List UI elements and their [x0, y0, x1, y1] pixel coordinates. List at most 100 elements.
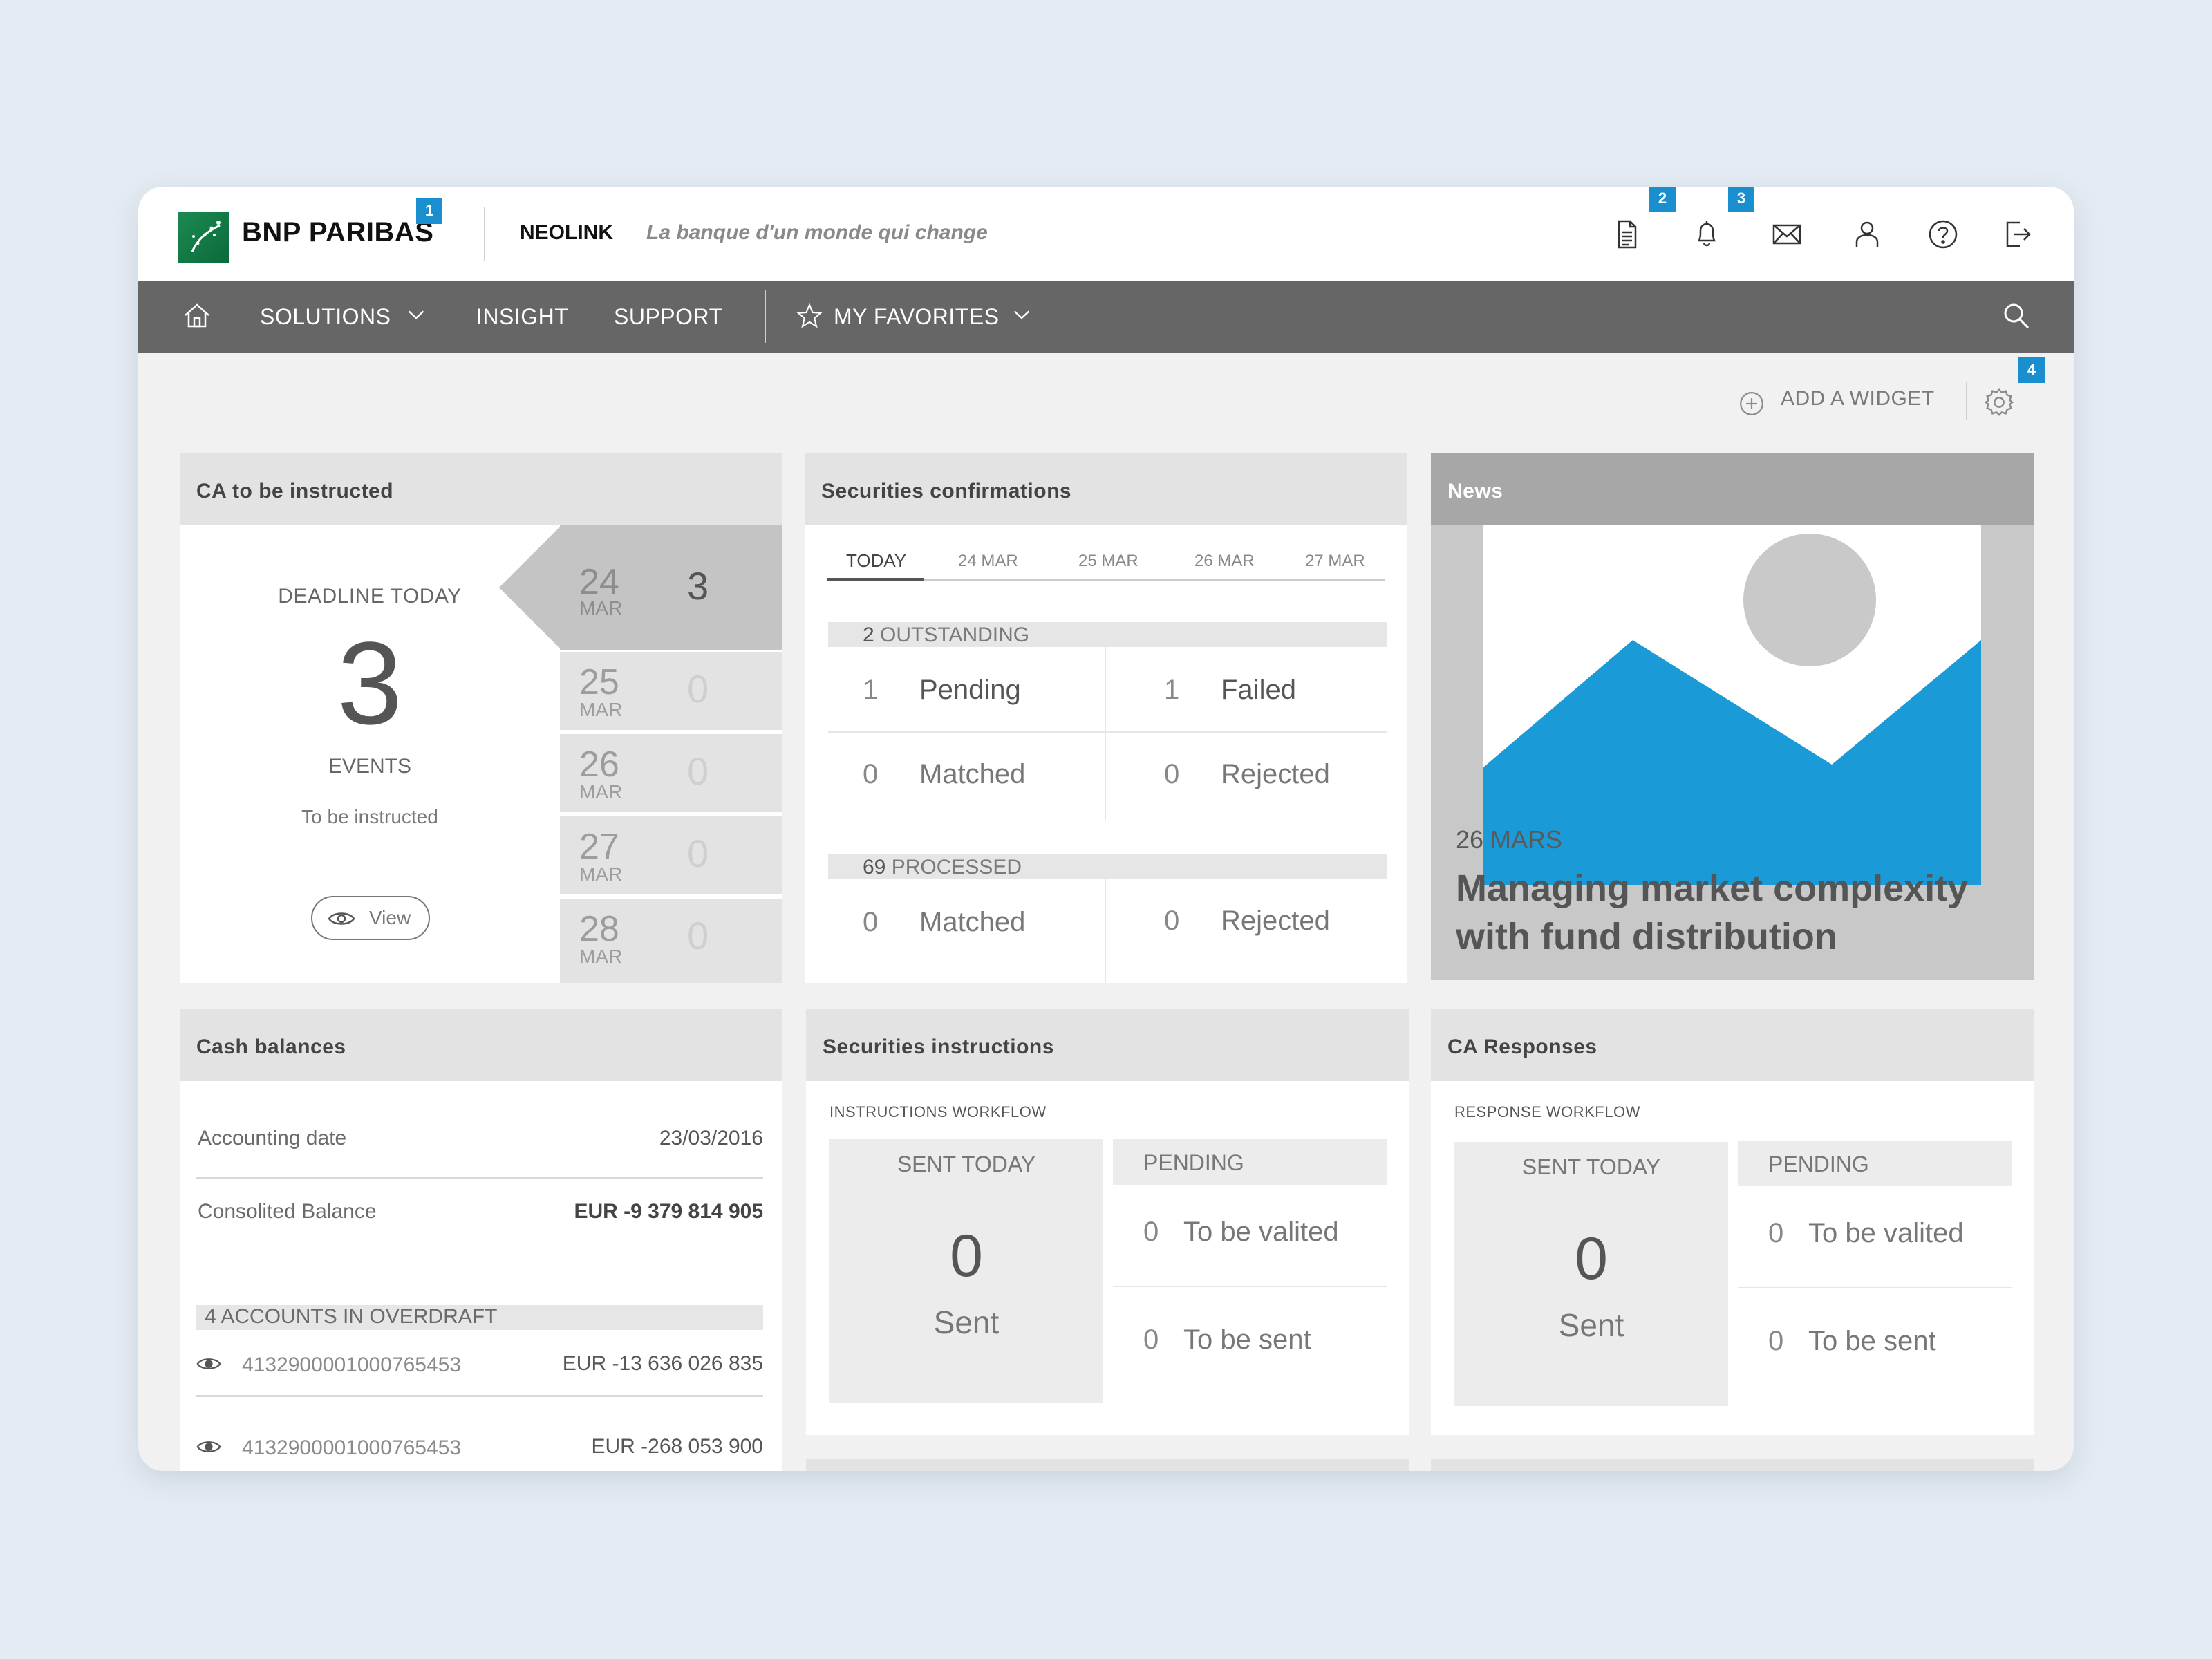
- account-number[interactable]: 4132900001000765453: [242, 1436, 461, 1460]
- pending-label: PENDING: [1143, 1150, 1244, 1175]
- card-header: News: [1431, 453, 2034, 525]
- processed-band: 69 PROCESSED: [828, 854, 1387, 879]
- sent-today-label: SENT TODAY: [1521, 1154, 1661, 1179]
- processed-text: PROCESSED: [891, 856, 1022, 879]
- sent-today-panel[interactable]: SENT TODAY 0 Sent: [1454, 1142, 1728, 1406]
- news-date: 26 MARS: [1456, 825, 1563, 854]
- rejected-label: Rejected: [1221, 759, 1330, 789]
- sent-today-panel[interactable]: SENT TODAY 0 Sent: [830, 1139, 1103, 1403]
- logout-icon[interactable]: [2000, 217, 2035, 252]
- search-icon[interactable]: [1999, 299, 2034, 337]
- bell-icon[interactable]: [1689, 217, 1724, 252]
- day-row[interactable]: 26 MAR 0: [560, 732, 782, 812]
- card-header: Securities instructions: [806, 1009, 1409, 1081]
- news-article[interactable]: 26 MARS Managing market complexity with …: [1431, 525, 2034, 980]
- help-icon[interactable]: [1926, 217, 1960, 252]
- gear-icon[interactable]: [1983, 386, 2016, 422]
- app-name: NEOLINK: [520, 221, 613, 244]
- nav-favorites[interactable]: MY FAVORITES: [834, 304, 1000, 330]
- star-icon[interactable]: [795, 301, 824, 334]
- subtitle: To be instructed: [301, 806, 438, 827]
- failed-count: 1: [1164, 675, 1180, 705]
- day-month: MAR: [579, 781, 623, 803]
- day-month: MAR: [579, 946, 623, 967]
- tab-26-mar[interactable]: 26 MAR: [1194, 552, 1255, 571]
- callout-badge: 2: [1649, 187, 1676, 212]
- securities-instructions-widget: Securities instructions INSTRUCTIONS WOR…: [806, 1009, 1409, 1435]
- day-row[interactable]: 25 MAR 0: [560, 650, 782, 730]
- divider: [1966, 382, 1967, 420]
- day-row[interactable]: 24 MAR 3: [560, 525, 782, 650]
- day-list: 24 MAR 3 25 MAR 0 26 MAR 0 27 MAR 0 28 M: [560, 525, 782, 983]
- view-label: View: [369, 907, 411, 928]
- processed-matched-count: 0: [863, 907, 879, 937]
- workflow-label: INSTRUCTIONS WORKFLOW: [830, 1103, 1047, 1121]
- mail-icon[interactable]: [1770, 217, 1804, 252]
- matched-cell[interactable]: 0 Matched: [863, 759, 1025, 790]
- tab-27-mar[interactable]: 27 MAR: [1305, 552, 1365, 571]
- to-be-validated-row[interactable]: 0 To be valited: [1738, 1218, 2012, 1249]
- home-icon[interactable]: [180, 299, 214, 337]
- bnp-logo-icon[interactable]: [178, 212, 229, 263]
- card-title: Securities confirmations: [821, 480, 1072, 503]
- day-number: 28: [579, 909, 619, 949]
- chevron-down-icon[interactable]: [1008, 301, 1035, 332]
- failed-cell[interactable]: 1 Failed: [1164, 675, 1296, 706]
- eye-icon[interactable]: [196, 1439, 221, 1458]
- card-header: Securities confirmations: [805, 453, 1407, 525]
- rejected-cell[interactable]: 0 Rejected: [1164, 759, 1330, 790]
- processed-matched-cell[interactable]: 0 Matched: [863, 907, 1025, 938]
- add-circle-icon[interactable]: [1736, 388, 1767, 422]
- eye-icon[interactable]: [196, 1356, 221, 1375]
- card-title: CA Responses: [1447, 1035, 1597, 1058]
- securities-confirmations-widget: Securities confirmations TODAY 24 MAR 25…: [805, 453, 1407, 983]
- day-number: 25: [579, 662, 619, 702]
- cash-balances-widget: Cash balances Accounting date 23/03/2016…: [180, 1009, 782, 1471]
- add-widget-button[interactable]: ADD A WIDGET: [1781, 387, 1935, 411]
- workflow-label: RESPONSE WORKFLOW: [1454, 1103, 1640, 1121]
- divider: [1105, 879, 1106, 983]
- user-icon[interactable]: [1850, 217, 1884, 252]
- to-be-sent-row[interactable]: 0 To be sent: [1738, 1326, 2012, 1357]
- nav-insight[interactable]: INSIGHT: [476, 304, 568, 330]
- processed-matched-label: Matched: [919, 907, 1026, 937]
- news-headline[interactable]: Managing market complexity with fund dis…: [1456, 864, 2023, 961]
- document-icon[interactable]: [1609, 217, 1644, 252]
- rejected-count: 0: [1164, 759, 1180, 789]
- callout-badge: 4: [2018, 357, 2045, 383]
- processed-count: 69: [863, 856, 886, 879]
- events-label: EVENTS: [328, 755, 412, 778]
- tab-24-mar[interactable]: 24 MAR: [958, 552, 1018, 571]
- processed-label: 69 PROCESSED: [863, 856, 1022, 879]
- divider: [196, 1395, 763, 1397]
- chevron-down-icon[interactable]: [402, 301, 430, 332]
- pending-header: PENDING: [1738, 1141, 2012, 1186]
- sent-label: Sent: [933, 1304, 1000, 1340]
- day-row[interactable]: 28 MAR 0: [560, 897, 782, 983]
- processed-rejected-label: Rejected: [1221, 906, 1330, 936]
- processed-rejected-cell[interactable]: 0 Rejected: [1164, 906, 1330, 937]
- day-row[interactable]: 27 MAR 0: [560, 814, 782, 894]
- matched-label: Matched: [919, 759, 1026, 789]
- tab-25-mar[interactable]: 25 MAR: [1078, 552, 1138, 571]
- nav-solutions[interactable]: SOLUTIONS: [260, 304, 391, 330]
- top-header: BNP PARIBAS 1 NEOLINK La banque d'un mon…: [138, 187, 2074, 281]
- to-be-sent-row[interactable]: 0 To be sent: [1113, 1324, 1387, 1356]
- divider: [1105, 647, 1106, 820]
- failed-label: Failed: [1221, 675, 1296, 705]
- overdraft-band: 4 ACCOUNTS IN OVERDRAFT: [196, 1305, 763, 1330]
- sent-label: Sent: [1558, 1307, 1624, 1343]
- pending-label: PENDING: [1768, 1152, 1869, 1177]
- nav-support[interactable]: SUPPORT: [614, 304, 723, 330]
- overdraft-label: 4 ACCOUNTS IN OVERDRAFT: [205, 1305, 497, 1329]
- day-count: 0: [687, 832, 709, 875]
- to-be-validated-row[interactable]: 0 To be valited: [1113, 1217, 1387, 1248]
- tab-today[interactable]: TODAY: [846, 550, 906, 572]
- pending-cell[interactable]: 1 Pending: [863, 675, 1021, 706]
- account-number[interactable]: 4132900001000765453: [242, 1353, 461, 1377]
- callout-badge: 1: [416, 198, 442, 224]
- news-widget: News 26 MARS Managing market complexity …: [1431, 453, 2034, 988]
- view-button[interactable]: View: [311, 896, 430, 940]
- app-window: BNP PARIBAS 1 NEOLINK La banque d'un mon…: [138, 187, 2074, 1471]
- day-month: MAR: [579, 863, 623, 885]
